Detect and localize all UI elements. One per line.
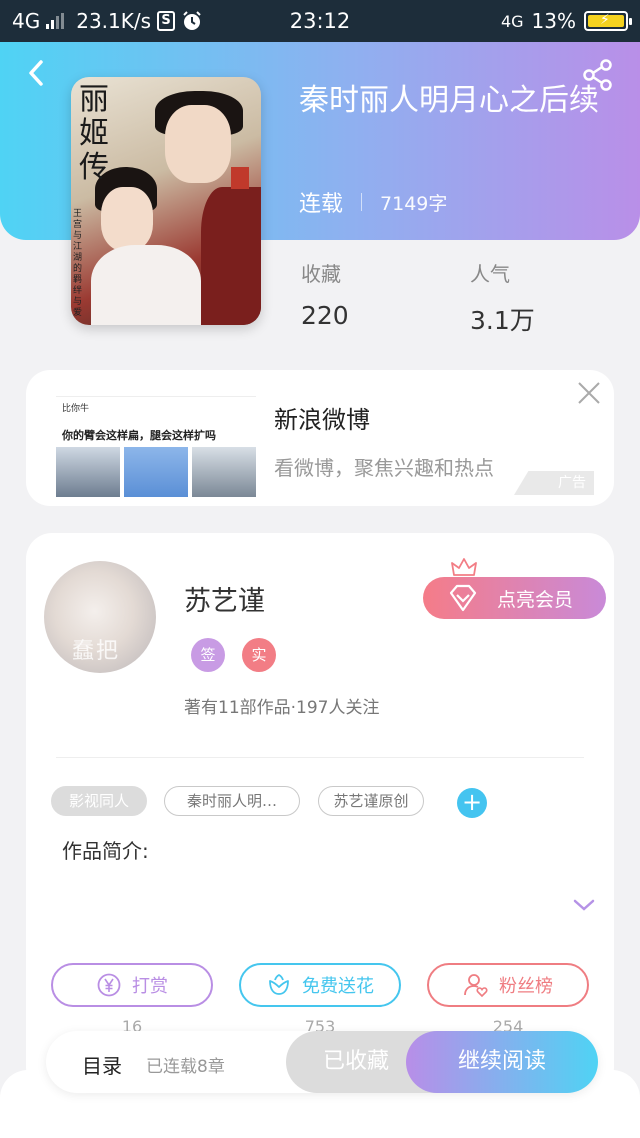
ad-thumbnail: 比你牛 你的臂会这样扁，腿会这样扩吗 <box>56 396 256 497</box>
avatar-watermark: 蠢把 <box>72 639 121 664</box>
ad-title: 新浪微博 <box>274 406 370 434</box>
ad-thumb-user: 比你牛 <box>62 404 90 414</box>
stat-favorites: 收藏 220 <box>301 258 349 330</box>
flower-icon <box>269 973 289 995</box>
diamond-icon <box>449 584 477 612</box>
cover-small-text: 王宫与江湖的羁绊与爱 <box>73 209 83 318</box>
ad-card[interactable]: 比你牛 你的臂会这样扁，腿会这样扩吗 新浪微博 看微博，聚焦兴趣和热点 广告 <box>26 370 614 506</box>
tip-button[interactable]: 打赏 <box>51 963 213 1007</box>
network-speed: 23.1K/s <box>76 9 152 33</box>
flower-label: 免费送花 <box>302 976 374 997</box>
ad-subtitle: 看微博，聚焦兴趣和热点 <box>274 456 494 480</box>
author-card: 蠢把 苏艺谨 签 实 著有11部作品·197人关注 点亮会员 影视同人 秦时丽人… <box>26 533 614 1093</box>
cover-title: 丽姬传 <box>79 82 109 185</box>
bottom-bar: 目录 已连载8章 已收藏 继续阅读 <box>46 1031 598 1093</box>
book-title: 秦时丽人明月心之后续 <box>299 83 599 118</box>
book-meta: 连载 7149字 <box>299 186 447 218</box>
close-icon[interactable] <box>576 380 602 406</box>
fan-icon <box>464 974 488 998</box>
yen-icon <box>97 973 121 997</box>
add-tag-button[interactable]: + <box>457 788 487 818</box>
signal-icon <box>46 13 65 29</box>
toc-button[interactable]: 目录 <box>82 1050 122 1079</box>
author-stats: 著有11部作品·197人关注 <box>184 698 380 718</box>
battery-icon: ⚡ <box>584 11 632 31</box>
tag-chip[interactable]: 秦时丽人明… <box>164 786 300 816</box>
stat-value: 3.1万 <box>470 306 535 335</box>
vip-button[interactable]: 点亮会员 <box>423 577 606 619</box>
chapter-count: 已连载8章 <box>146 1057 225 1077</box>
divider <box>56 757 584 758</box>
word-count: 7149字 <box>380 192 448 215</box>
stat-label: 收藏 <box>301 262 341 286</box>
status-right: 4G 13% ⚡ <box>500 9 632 33</box>
meta-divider <box>361 193 363 211</box>
status-bar: 4G 23.1K/s S 23:12 4G 13% ⚡ <box>0 0 640 42</box>
avatar[interactable]: 蠢把 <box>44 561 156 673</box>
book-cover[interactable]: 丽姬传 王宫与江湖的羁绊与爱 <box>71 77 261 325</box>
battery-percent: 13% <box>531 9 576 33</box>
intro-title: 作品简介: <box>62 839 149 863</box>
continue-reading-button[interactable]: 继续阅读 <box>406 1031 598 1093</box>
verified-badge: 实 <box>242 638 276 672</box>
network-right-label: 4G <box>500 11 524 31</box>
s-app-icon: S <box>157 11 176 31</box>
tag-chip[interactable]: 影视同人 <box>51 786 147 816</box>
status-left: 4G 23.1K/s S <box>12 9 203 33</box>
author-name[interactable]: 苏艺谨 <box>184 579 265 618</box>
vip-label: 点亮会员 <box>497 588 574 611</box>
back-icon[interactable] <box>22 58 52 88</box>
chevron-down-icon[interactable] <box>572 897 596 913</box>
network-label: 4G <box>12 9 41 33</box>
tip-label: 打赏 <box>132 976 168 997</box>
tag-chip[interactable]: 苏艺谨原创 <box>318 786 424 816</box>
signed-badge: 签 <box>191 638 225 672</box>
book-status: 连载 <box>299 192 344 217</box>
ad-badge: 广告 <box>514 471 594 495</box>
ad-thumb-text: 你的臂会这样扁，腿会这样扩吗 <box>62 429 216 442</box>
alarm-icon <box>183 11 201 30</box>
fan-rank-button[interactable]: 粉丝榜 <box>427 963 589 1007</box>
flower-button[interactable]: 免费送花 <box>239 963 401 1007</box>
crown-icon <box>451 558 477 579</box>
stat-value: 220 <box>301 301 349 330</box>
stat-popularity: 人气 3.1万 <box>470 258 535 337</box>
fan-rank-label: 粉丝榜 <box>499 976 553 997</box>
stat-label: 人气 <box>470 262 510 286</box>
